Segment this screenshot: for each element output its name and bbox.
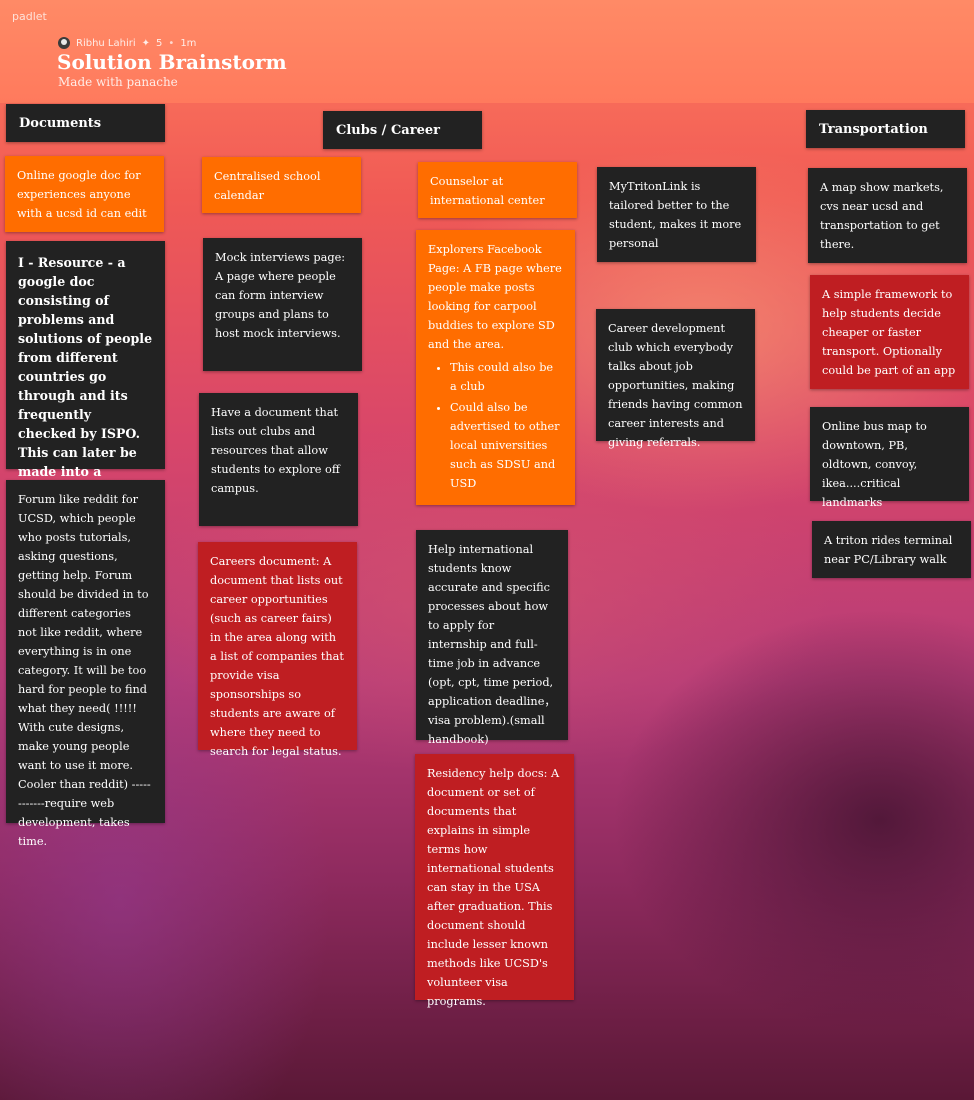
- post-card[interactable]: Explorers Facebook Page: A FB page where…: [416, 230, 575, 505]
- post-card[interactable]: A map show markets, cvs near ucsd and tr…: [808, 168, 967, 263]
- post-card[interactable]: Career development club which everybody …: [596, 309, 755, 449]
- author-name[interactable]: Ribhu Lahiri: [76, 38, 136, 49]
- post-card[interactable]: Have a document that lists out clubs and…: [199, 393, 358, 526]
- post-card[interactable]: Counselor at international center: [418, 162, 577, 218]
- post-card[interactable]: Online google doc for experiences anyone…: [5, 156, 164, 232]
- post-card[interactable]: Residency help docs: A document or set o…: [415, 754, 574, 1008]
- post-card[interactable]: MyTritonLink is tailored better to the s…: [597, 167, 756, 262]
- column-header-transportation[interactable]: Transportation: [806, 110, 965, 148]
- sparkle-icon: ✦: [141, 37, 151, 49]
- board-meta: Ribhu Lahiri ✦ 5 • 1m: [58, 37, 196, 49]
- post-card[interactable]: Help international students know accurat…: [416, 530, 568, 746]
- post-card[interactable]: Mock interviews page: A page where peopl…: [203, 238, 362, 371]
- post-card[interactable]: Forum like reddit for UCSD, which people…: [6, 480, 165, 848]
- padlet-logo[interactable]: padlet: [12, 10, 47, 23]
- list-item: This could also be a club: [450, 358, 563, 396]
- board-header: padlet Ribhu Lahiri ✦ 5 • 1m Solution Br…: [0, 0, 974, 103]
- separator-dot: •: [168, 37, 175, 49]
- bullet-list: This could also be a club Could also be …: [428, 358, 563, 493]
- post-card[interactable]: I - Resource - a google doc consisting o…: [6, 241, 165, 498]
- list-item: Could also be advertised to other local …: [450, 398, 563, 493]
- board-title: Solution Brainstorm: [57, 50, 287, 74]
- column-header-documents[interactable]: Documents: [6, 104, 165, 142]
- post-card[interactable]: A simple framework to help students deci…: [810, 275, 969, 389]
- avatar[interactable]: [58, 37, 70, 49]
- post-card[interactable]: Online bus map to downtown, PB, oldtown,…: [810, 407, 969, 509]
- last-updated: 1m: [180, 37, 197, 49]
- post-card[interactable]: A triton rides terminal near PC/Library …: [812, 521, 971, 578]
- post-count: 5: [156, 37, 163, 49]
- post-card[interactable]: Careers document: A document that lists …: [198, 542, 357, 758]
- post-text: Explorers Facebook Page: A FB page where…: [428, 243, 562, 351]
- board-subtitle: Made with panache: [58, 75, 178, 89]
- post-card[interactable]: Centralised school calendar: [202, 157, 361, 213]
- column-header-clubs-career[interactable]: Clubs / Career: [323, 111, 482, 149]
